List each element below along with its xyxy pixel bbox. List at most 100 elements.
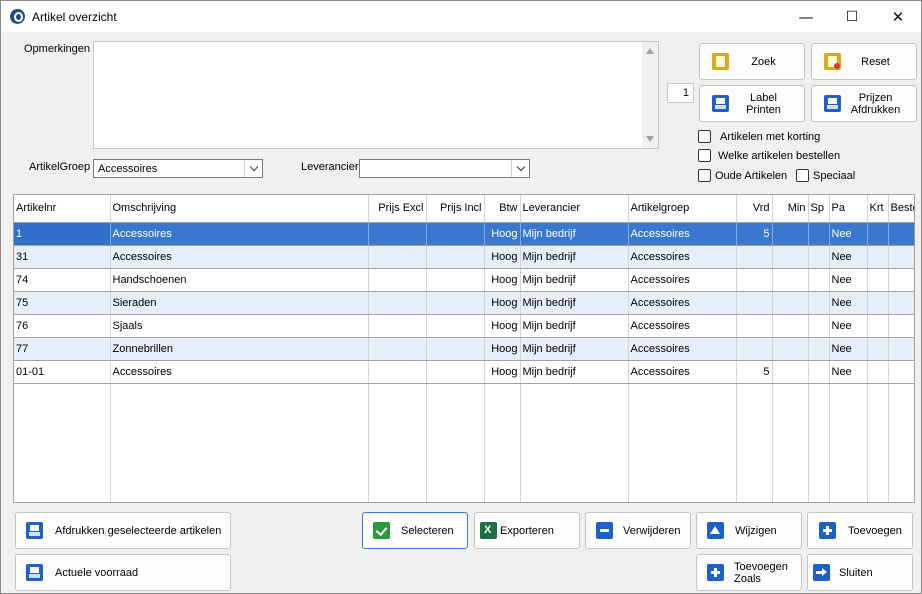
table-row[interactable]: 76 Sjaals Hoog Mijn bedrijf Accessoires Nee	[14, 314, 914, 338]
table-cell	[368, 245, 427, 269]
prijzen-afdrukken-button[interactable]: Prijzen Afdrukken	[811, 85, 917, 122]
plus-icon	[707, 564, 724, 581]
empty-cell	[520, 383, 629, 502]
edit-triangle-icon	[707, 522, 724, 539]
afdrukken-geselecteerde-button[interactable]: Afdrukken geselecteerde artikelen	[15, 512, 231, 549]
column-header[interactable]: Krt	[867, 195, 889, 223]
prijzen-afdrukken-line2: Afdrukken	[850, 103, 901, 116]
app-window: Artikel overzicht — ☐ ✕ Opmerkingen Arti…	[0, 0, 922, 594]
scroll-up-icon[interactable]	[646, 48, 654, 54]
verwijderen-button[interactable]: Verwijderen	[585, 512, 691, 549]
wijzigen-button[interactable]: Wijzigen	[696, 512, 802, 549]
label-count-input[interactable]: 1	[667, 83, 694, 103]
column-header[interactable]: Omschrijving	[110, 195, 369, 223]
reset-button[interactable]: Reset	[811, 43, 917, 80]
column-header[interactable]: Pa	[829, 195, 868, 223]
empty-cell	[736, 383, 773, 502]
toevoegen-zoals-line2: Zoals	[734, 572, 761, 585]
table-cell: 76	[14, 314, 111, 338]
table-cell	[736, 268, 773, 292]
wijzigen-label: Wijzigen	[735, 524, 777, 537]
table-cell: Hoog	[484, 268, 521, 292]
close-button[interactable]: ✕	[875, 1, 921, 32]
table-cell: Accessoires	[628, 337, 737, 361]
table-cell: Accessoires	[110, 222, 369, 246]
column-header[interactable]: Btw	[484, 195, 521, 223]
checkbox-box[interactable]	[796, 169, 809, 182]
opmerkingen-textarea[interactable]	[93, 41, 659, 149]
checkbox-bestellen[interactable]: Welke artikelen bestellen	[698, 149, 840, 162]
column-header[interactable]: Vrd	[736, 195, 773, 223]
empty-cell	[628, 383, 737, 502]
prijzen-afdrukken-line1: Prijzen	[858, 91, 893, 104]
table-row[interactable]: 77 Zonnebrillen Hoog Mijn bedrijf Accessoire…	[14, 337, 914, 361]
exit-arrow-icon	[813, 564, 830, 581]
checkbox-box[interactable]	[698, 169, 711, 182]
table-cell: Sjaals	[110, 314, 369, 338]
table-cell: Nee	[829, 291, 868, 315]
checkbox-box[interactable]	[698, 149, 711, 162]
actuele-voorraad-button[interactable]: Actuele voorraad	[15, 554, 231, 591]
opmerkingen-scrollbar[interactable]	[642, 42, 658, 148]
leverancier-label: Leverancier	[301, 161, 359, 173]
chevron-down-icon[interactable]	[511, 160, 529, 177]
column-header[interactable]: Prijs Excl	[368, 195, 427, 223]
artikel-table: Artikelnr Omschrijving Prijs Excl Prijs Inc…	[14, 195, 914, 502]
sluiten-button[interactable]: Sluiten	[807, 554, 913, 591]
minimize-button[interactable]: —	[783, 1, 829, 32]
table-cell	[736, 314, 773, 338]
table-cell	[808, 360, 830, 384]
plus-icon	[819, 522, 836, 539]
zoek-button[interactable]: Zoek	[699, 43, 805, 80]
table-row[interactable]: 74 Handschoenen Hoog Mijn bedrijf Accessoire…	[14, 268, 914, 292]
toevoegen-zoals-line1: Toevoegen	[734, 560, 788, 573]
table-cell	[888, 291, 914, 315]
title-bar: Artikel overzicht — ☐ ✕	[1, 1, 921, 32]
table-cell	[772, 291, 809, 315]
column-header[interactable]: Leverancier	[520, 195, 629, 223]
table-cell: Hoog	[484, 314, 521, 338]
maximize-button[interactable]: ☐	[829, 1, 875, 32]
checkbox-speciaal[interactable]: Speciaal	[796, 169, 855, 182]
scroll-down-icon[interactable]	[646, 136, 654, 142]
table-cell: 77	[14, 337, 111, 361]
table-row[interactable]: 01-01 Accessoires Hoog Mijn bedrijf Accessoi…	[14, 360, 914, 384]
toevoegen-zoals-button[interactable]: Toevoegen Zoals	[696, 554, 802, 591]
table-cell	[867, 360, 889, 384]
excel-icon	[480, 522, 497, 539]
table-row[interactable]: 75 Sieraden Hoog Mijn bedrijf Accessoires Nee	[14, 291, 914, 315]
column-header[interactable]: Sp	[808, 195, 830, 223]
table-cell: Accessoires	[628, 268, 737, 292]
table-cell	[888, 222, 914, 246]
artikelgroep-select[interactable]: Accessoires	[93, 159, 263, 178]
column-header[interactable]: Artikelgroep	[628, 195, 737, 223]
table-row[interactable]: 1 Accessoires Hoog Mijn bedrijf Accessoires 5…	[14, 222, 914, 246]
checkbox-box[interactable]	[698, 130, 711, 143]
table-cell	[368, 222, 427, 246]
column-header[interactable]: Prijs Incl	[426, 195, 485, 223]
leverancier-select[interactable]	[359, 159, 530, 178]
toevoegen-button[interactable]: Toevoegen	[807, 512, 913, 549]
column-header[interactable]: Min	[772, 195, 809, 223]
table-cell	[426, 245, 485, 269]
checkbox-met-korting[interactable]: Artikelen met korting	[698, 130, 820, 143]
table-cell	[368, 268, 427, 292]
table-cell	[808, 314, 830, 338]
empty-cell	[426, 383, 485, 502]
exporteren-button[interactable]: Exporteren	[474, 512, 580, 549]
label-printen-button[interactable]: Label Printen	[699, 85, 805, 122]
artikelgroep-value: Accessoires	[98, 163, 158, 175]
table-cell: 74	[14, 268, 111, 292]
actuele-voorraad-label: Actuele voorraad	[55, 566, 139, 579]
chevron-down-icon[interactable]	[244, 160, 262, 177]
column-header[interactable]: Beste	[888, 195, 914, 223]
window-title: Artikel overzicht	[32, 10, 117, 24]
selecteren-button[interactable]: Selecteren	[362, 512, 468, 549]
table-cell: Mijn bedrijf	[520, 337, 629, 361]
checkbox-oude-artikelen[interactable]: Oude Artikelen	[698, 169, 787, 182]
table-row[interactable]: 31 Accessoires Hoog Mijn bedrijf Accessoires…	[14, 245, 914, 269]
table-cell	[867, 222, 889, 246]
artikel-grid[interactable]: Artikelnr Omschrijving Prijs Excl Prijs Inc…	[13, 194, 915, 503]
reset-label: Reset	[861, 55, 890, 68]
column-header[interactable]: Artikelnr	[14, 195, 111, 223]
